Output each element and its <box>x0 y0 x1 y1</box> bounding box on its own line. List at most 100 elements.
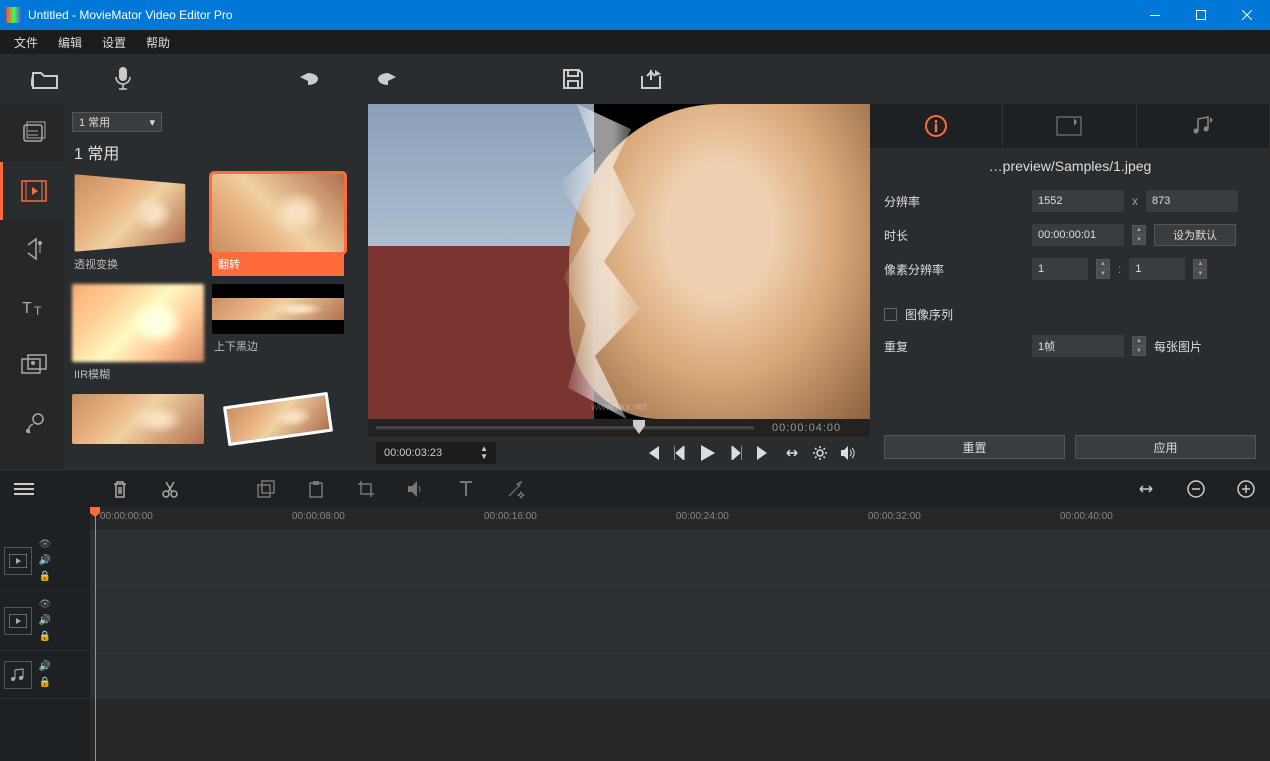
tab-video-fx[interactable] <box>1003 104 1136 148</box>
track-audio-1[interactable] <box>90 651 1270 699</box>
track-visible-toggle[interactable]: 👁 <box>38 598 52 612</box>
crop-button[interactable] <box>354 477 378 501</box>
minimize-button[interactable] <box>1132 0 1178 30</box>
step-back-button[interactable] <box>666 439 694 467</box>
skip-start-button[interactable] <box>638 439 666 467</box>
apply-button[interactable]: 应用 <box>1075 435 1256 459</box>
nav-video-effects[interactable] <box>0 162 64 220</box>
fit-zoom-button[interactable] <box>1134 477 1158 501</box>
effect-item[interactable] <box>212 394 344 444</box>
tab-info[interactable] <box>870 104 1003 148</box>
track-header-video-1[interactable]: 👁 🔊 🔒 <box>0 531 90 591</box>
spinner-icon[interactable]: ▲▼ <box>480 445 488 461</box>
pixel-ratio-b-input[interactable] <box>1129 258 1185 280</box>
nav-audio-effects[interactable] <box>0 220 64 278</box>
maximize-button[interactable] <box>1178 0 1224 30</box>
track-mute-toggle[interactable]: 🔊 <box>38 554 52 568</box>
category-select[interactable]: 1 常用 ▾ <box>72 112 162 132</box>
video-track-icon <box>4 547 32 575</box>
repeat-input[interactable] <box>1032 335 1124 357</box>
save-button[interactable] <box>558 64 588 94</box>
set-default-button[interactable]: 设为默认 <box>1154 224 1236 246</box>
nav-media[interactable] <box>0 104 64 162</box>
nav-transitions[interactable] <box>0 394 64 452</box>
mute-button[interactable] <box>404 477 428 501</box>
auto-fx-button[interactable] <box>504 477 528 501</box>
total-time: 00:00:04:00 <box>762 422 870 434</box>
zoom-in-button[interactable] <box>1234 477 1258 501</box>
track-lock-toggle[interactable]: 🔒 <box>38 570 52 584</box>
effect-item[interactable] <box>72 394 204 444</box>
track-visible-toggle[interactable]: 👁 <box>38 538 52 552</box>
redo-button[interactable] <box>372 64 402 94</box>
left-nav: TT <box>0 104 64 469</box>
tab-audio-fx[interactable] <box>1137 104 1270 148</box>
export-button[interactable] <box>636 64 666 94</box>
effect-grid: 透视变换 翻转 IIR模糊 上下黑边 <box>72 174 360 444</box>
voiceover-button[interactable] <box>108 64 138 94</box>
property-tabs <box>870 104 1270 148</box>
tracks-area[interactable]: 00:00:00:00 00:00:08:00 00:00:16:00 00:0… <box>90 507 1270 761</box>
pixel-ratio-b-spinner[interactable]: ▲▼ <box>1193 259 1207 279</box>
track-video-2[interactable] <box>90 591 1270 651</box>
split-button[interactable] <box>158 477 182 501</box>
svg-text:T: T <box>22 300 32 317</box>
titlebar: Untitled - MovieMator Video Editor Pro <box>0 0 1270 30</box>
resolution-label: 分辨率 <box>884 193 1024 210</box>
pixel-ratio-a-input[interactable] <box>1032 258 1088 280</box>
preview-panel: www.kkx.net 00:00:04:00 00:00:03:23 ▲▼ <box>368 104 870 469</box>
track-mute-toggle[interactable]: 🔊 <box>38 614 52 628</box>
track-lock-toggle[interactable]: 🔒 <box>38 676 52 690</box>
image-sequence-checkbox[interactable] <box>884 308 897 321</box>
seek-bar[interactable]: 00:00:04:00 <box>368 419 870 437</box>
paste-button[interactable] <box>304 477 328 501</box>
undo-button[interactable] <box>294 64 324 94</box>
track-lock-toggle[interactable]: 🔒 <box>38 630 52 644</box>
duration-spinner[interactable]: ▲▼ <box>1132 225 1146 245</box>
volume-button[interactable] <box>834 439 862 467</box>
effect-item[interactable]: IIR模糊 <box>72 284 204 386</box>
timeline-menu-button[interactable] <box>12 477 36 501</box>
track-header-audio-1[interactable]: 🔊🔒 <box>0 651 90 699</box>
pixel-ratio-a-spinner[interactable]: ▲▼ <box>1096 259 1110 279</box>
reset-button[interactable]: 重置 <box>884 435 1065 459</box>
menu-help[interactable]: 帮助 <box>136 34 180 51</box>
nav-overlay[interactable] <box>0 336 64 394</box>
effect-item[interactable]: 翻转 <box>212 174 344 276</box>
duration-input[interactable] <box>1032 224 1124 246</box>
zoom-out-button[interactable] <box>1184 477 1208 501</box>
nav-text[interactable]: TT <box>0 278 64 336</box>
delete-button[interactable] <box>108 477 132 501</box>
app-logo-icon <box>6 7 22 23</box>
settings-gear-button[interactable] <box>806 439 834 467</box>
skip-end-button[interactable] <box>750 439 778 467</box>
timecode-input[interactable]: 00:00:03:23 ▲▼ <box>376 442 496 464</box>
seek-handle[interactable] <box>633 420 645 434</box>
text-button[interactable] <box>454 477 478 501</box>
watermark: www.kkx.net <box>368 402 870 413</box>
svg-text:T: T <box>34 304 42 317</box>
close-button[interactable] <box>1224 0 1270 30</box>
time-ruler[interactable]: 00:00:00:00 00:00:08:00 00:00:16:00 00:0… <box>90 507 1270 531</box>
menubar: 文件 编辑 设置 帮助 <box>0 30 1270 54</box>
open-folder-button[interactable] <box>30 64 60 94</box>
menu-settings[interactable]: 设置 <box>92 34 136 51</box>
resolution-width-input[interactable] <box>1032 190 1124 212</box>
menu-file[interactable]: 文件 <box>4 34 48 51</box>
workspace: TT 1 常用 ▾ 1 常用 透视变换 翻转 IIR模糊 上下黑边 www.kk… <box>0 104 1270 469</box>
effect-item[interactable]: 透视变换 <box>72 174 204 276</box>
repeat-spinner[interactable]: ▲▼ <box>1132 336 1146 356</box>
track-mute-toggle[interactable]: 🔊 <box>38 660 52 674</box>
copy-button[interactable] <box>254 477 278 501</box>
loop-button[interactable] <box>778 439 806 467</box>
play-button[interactable] <box>694 439 722 467</box>
resolution-height-input[interactable] <box>1146 190 1238 212</box>
playback-controls: 00:00:03:23 ▲▼ <box>368 437 870 469</box>
repeat-unit: 每张图片 <box>1154 338 1202 355</box>
preview-video[interactable]: www.kkx.net <box>368 104 870 419</box>
effect-item[interactable]: 上下黑边 <box>212 284 344 386</box>
track-header-video-2[interactable]: 👁 🔊 🔒 <box>0 591 90 651</box>
menu-edit[interactable]: 编辑 <box>48 34 92 51</box>
step-forward-button[interactable] <box>722 439 750 467</box>
track-video-1[interactable] <box>90 531 1270 591</box>
